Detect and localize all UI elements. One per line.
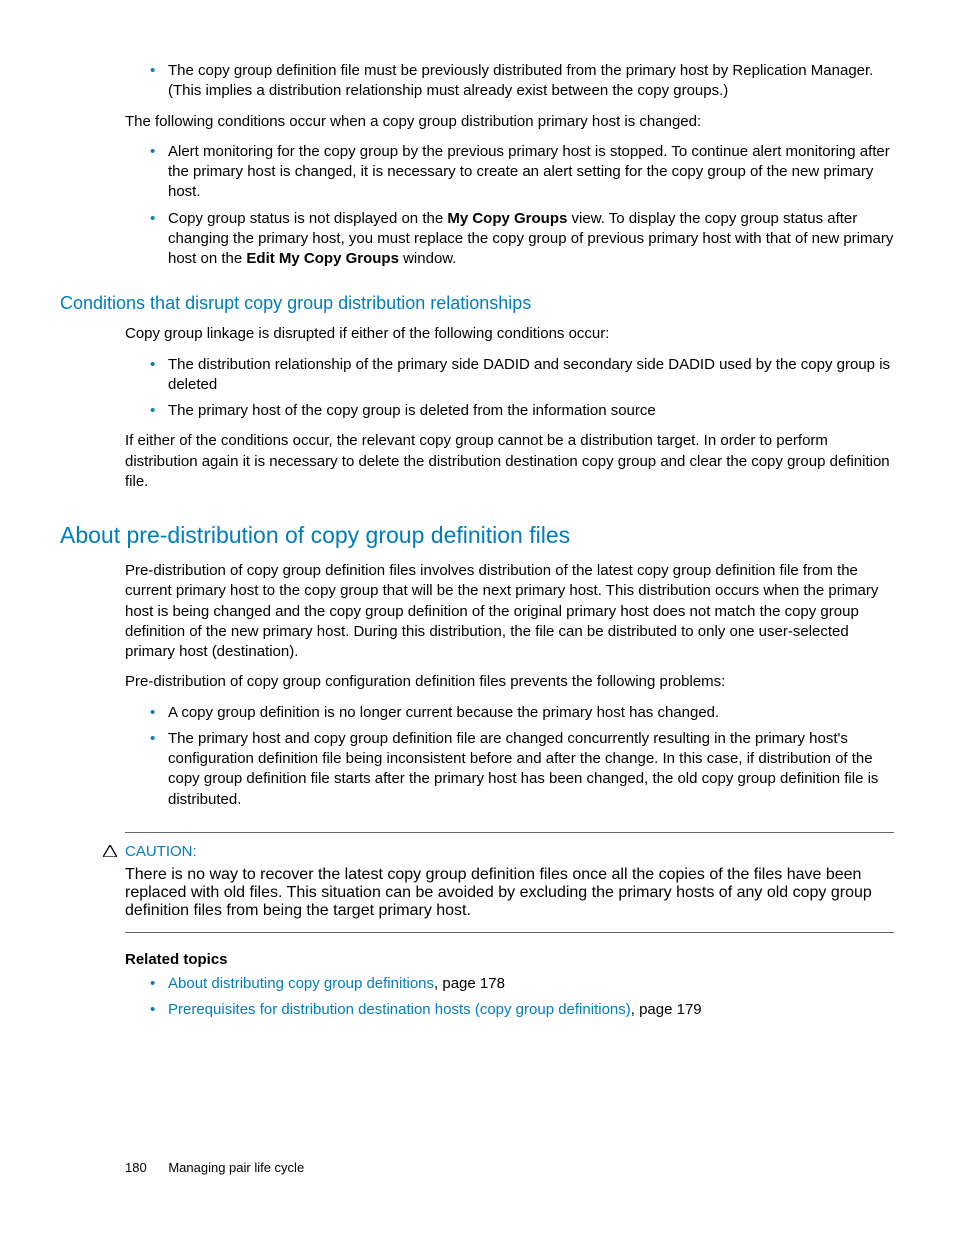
list-item: The primary host and copy group definiti… (150, 729, 894, 810)
text-run: window. (399, 250, 457, 267)
disrupt-list: The distribution relationship of the pri… (150, 355, 894, 422)
bold-text: My Copy Groups (447, 210, 567, 227)
conditions-change-list: Alert monitoring for the copy group by t… (150, 142, 894, 270)
list-item: The copy group definition file must be p… (150, 61, 894, 102)
list-item: The primary host of the copy group is de… (150, 401, 894, 421)
predist-list: A copy group definition is no longer cur… (150, 703, 894, 810)
page-number: 180 (125, 1160, 147, 1175)
related-link[interactable]: Prerequisites for distribution destinati… (168, 1001, 631, 1018)
body-paragraph: Pre-distribution of copy group configura… (125, 672, 894, 692)
page-container: The copy group definition file must be p… (0, 0, 954, 1235)
bold-text: Edit My Copy Groups (246, 250, 399, 267)
intro-bullet-list: The copy group definition file must be p… (150, 61, 894, 102)
text-run: , page 178 (434, 975, 505, 992)
list-item: Copy group status is not displayed on th… (150, 209, 894, 270)
list-item: Prerequisites for distribution destinati… (150, 1000, 894, 1020)
related-topics-list: About distributing copy group definition… (150, 974, 894, 1021)
heading-disrupt: Conditions that disrupt copy group distr… (60, 293, 894, 314)
body-paragraph: The following conditions occur when a co… (125, 112, 894, 132)
list-item: The distribution relationship of the pri… (150, 355, 894, 396)
body-paragraph: Copy group linkage is disrupted if eithe… (125, 324, 894, 344)
caution-label: CAUTION: (125, 843, 197, 860)
caution-triangle-icon (103, 845, 117, 857)
list-item: A copy group definition is no longer cur… (150, 703, 894, 723)
text-run: , page 179 (631, 1001, 702, 1018)
list-item: About distributing copy group definition… (150, 974, 894, 994)
body-paragraph: Pre-distribution of copy group definitio… (125, 561, 894, 662)
text-run: Copy group status is not displayed on th… (168, 210, 447, 227)
caution-block: CAUTION: There is no way to recover the … (125, 832, 894, 933)
related-link[interactable]: About distributing copy group definition… (168, 975, 434, 992)
page-footer: 180 Managing pair life cycle (125, 1160, 304, 1175)
heading-predist: About pre-distribution of copy group def… (60, 522, 894, 549)
body-paragraph: If either of the conditions occur, the r… (125, 431, 894, 492)
caution-text: There is no way to recover the latest co… (125, 866, 894, 920)
related-topics-heading: Related topics (125, 951, 894, 968)
list-item: Alert monitoring for the copy group by t… (150, 142, 894, 203)
footer-chapter-title: Managing pair life cycle (168, 1160, 304, 1175)
caution-header: CAUTION: (125, 843, 894, 860)
